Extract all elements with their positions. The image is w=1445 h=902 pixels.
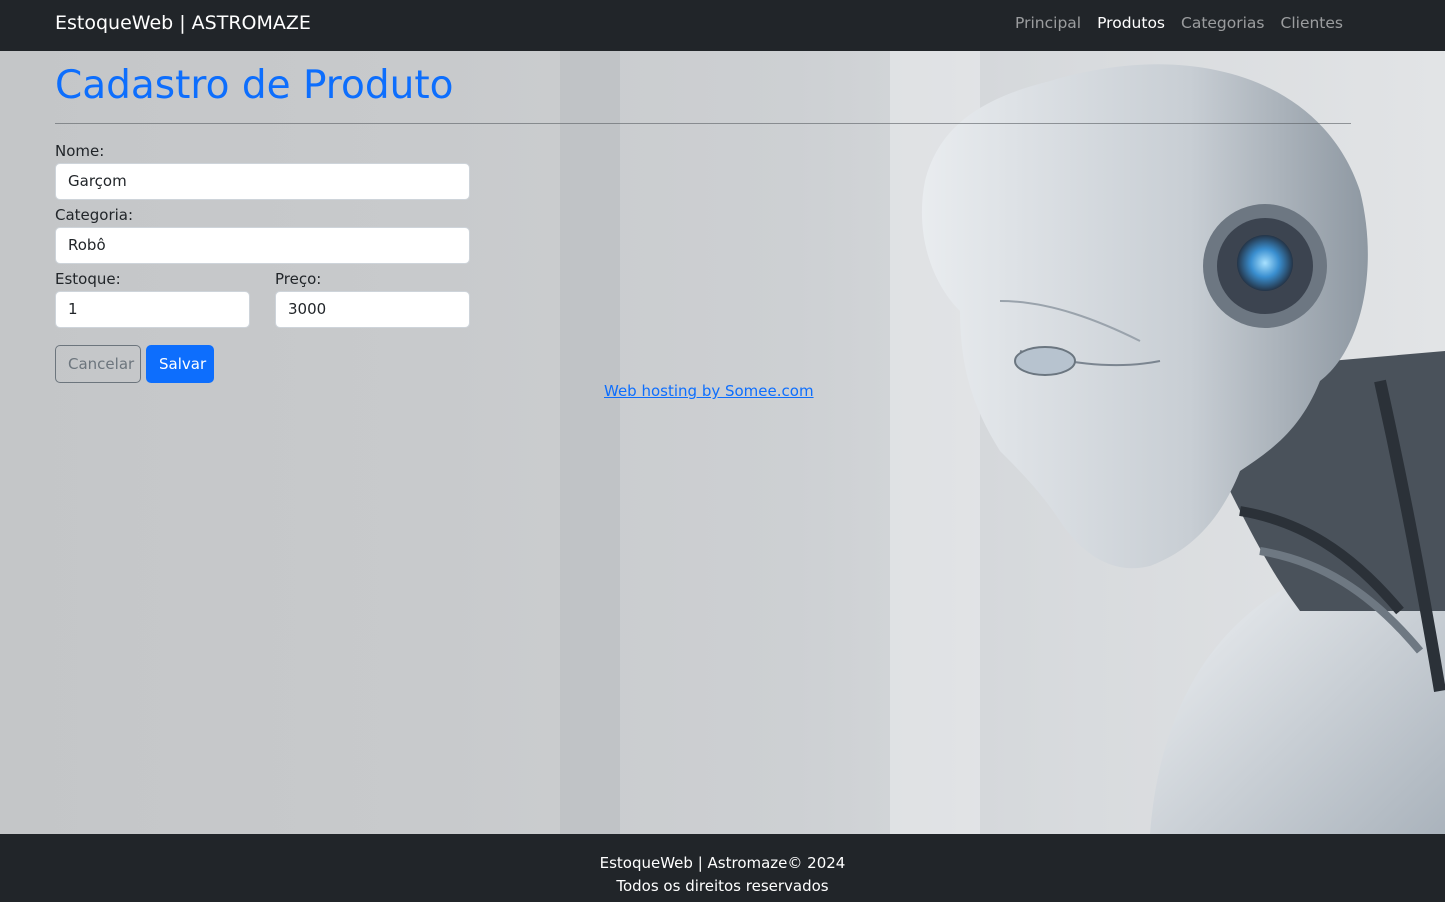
nav-links: Principal Produtos Categorias Clientes — [1015, 14, 1343, 32]
estoque-input[interactable]: 1 — [55, 291, 250, 328]
nav-link-principal[interactable]: Principal — [1015, 14, 1081, 32]
page-footer: EstoqueWeb | Astromaze© 2024 Todos os di… — [0, 834, 1445, 902]
preco-input[interactable]: 3000 — [275, 291, 470, 328]
footer-copyright: EstoqueWeb | Astromaze© 2024 — [599, 854, 846, 872]
nome-group: Nome: Garçom — [55, 142, 470, 200]
preco-label: Preço: — [275, 270, 322, 288]
hosting-link[interactable]: Web hosting by Somee.com — [604, 382, 814, 400]
brand-logo[interactable]: EstoqueWeb | ASTROMAZE — [55, 12, 311, 34]
page-title: Cadastro de Produto — [55, 63, 454, 108]
categoria-group: Categoria: Robô — [55, 206, 470, 264]
nav-link-produtos[interactable]: Produtos — [1097, 14, 1165, 32]
cancel-button[interactable]: Cancelar — [55, 345, 141, 383]
form-buttons: Cancelar Salvar — [55, 345, 470, 383]
categoria-label: Categoria: — [55, 206, 134, 224]
preco-group: Preço: 3000 — [275, 270, 470, 328]
nome-input[interactable]: Garçom — [55, 163, 470, 200]
top-navbar: EstoqueWeb | ASTROMAZE Principal Produto… — [0, 0, 1445, 51]
nav-link-clientes[interactable]: Clientes — [1281, 14, 1343, 32]
nome-label: Nome: — [55, 142, 105, 160]
footer-rights: Todos os direitos reservados — [616, 877, 829, 895]
main-content: Cadastro de Produto Nome: Garçom Categor… — [55, 51, 1351, 383]
estoque-group: Estoque: 1 — [55, 270, 250, 328]
product-form: Nome: Garçom Categoria: Robô Estoque: 1 … — [55, 142, 470, 383]
estoque-label: Estoque: — [55, 270, 121, 288]
nav-link-categorias[interactable]: Categorias — [1181, 14, 1265, 32]
estoque-preco-row: Estoque: 1 Preço: 3000 — [55, 270, 470, 328]
categoria-input[interactable]: Robô — [55, 227, 470, 264]
title-divider — [55, 123, 1351, 124]
save-button[interactable]: Salvar — [146, 345, 214, 383]
